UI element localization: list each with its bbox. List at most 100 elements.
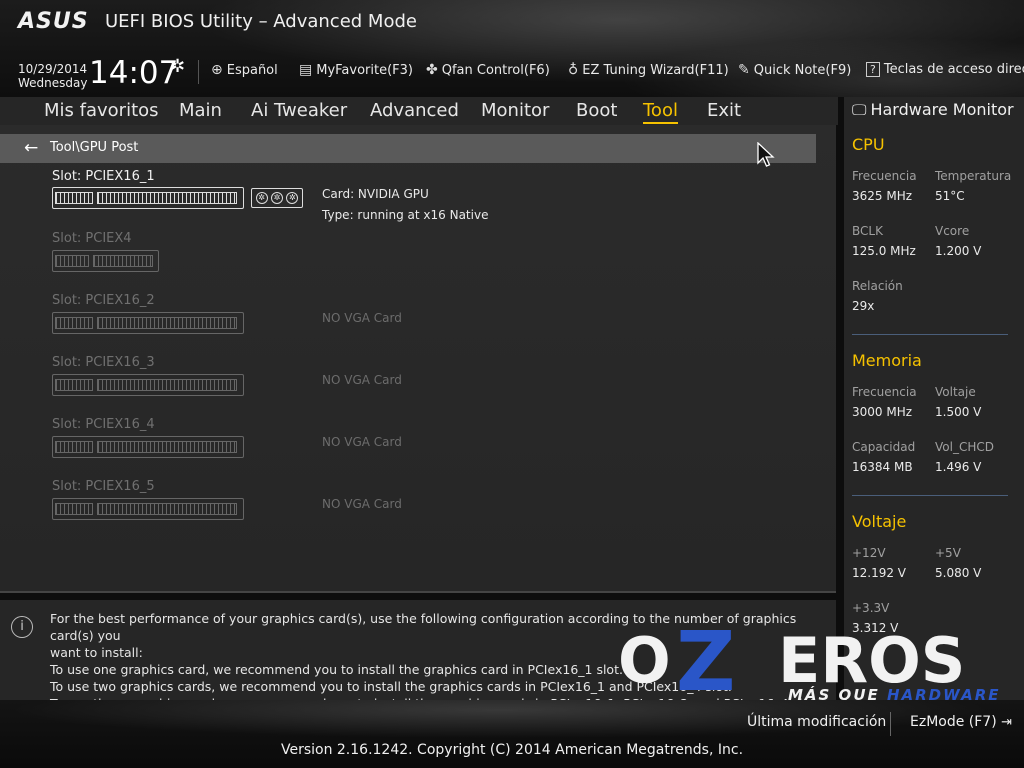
cpu-freq-label: Frecuencia <box>852 169 917 183</box>
card-type: Type: running at x16 Native <box>322 208 489 222</box>
exit-arrow-icon: ⇥ <box>1001 715 1013 730</box>
monitor-icon: 🖵 <box>852 100 867 119</box>
info-icon: i <box>11 616 33 638</box>
cpu-freq-value: 3625 MHz <box>852 189 913 203</box>
ratio-label: Relación <box>852 279 903 293</box>
vol-chcd-label: Vol_CHCD <box>935 440 994 454</box>
hotkeys-button[interactable]: ? Teclas de acceso directo <box>866 62 1024 77</box>
globe-icon: ⊕ <box>211 62 223 78</box>
slot-status-pciex16-3: NO VGA Card <box>322 373 402 387</box>
slot-pins <box>55 441 93 453</box>
v5-label: +5V <box>935 546 961 560</box>
fan-icon: ✤ <box>426 62 438 78</box>
v5-value: 5.080 V <box>935 566 982 580</box>
hotkeys-label: Teclas de acceso directo <box>883 62 1024 77</box>
watermark-letter: Z <box>676 622 735 704</box>
slot-pciex16-5[interactable] <box>52 498 244 520</box>
tab-mis-favoritos[interactable]: Mis favoritos <box>44 100 159 121</box>
slot-pciex16-2[interactable] <box>52 312 244 334</box>
tab-monitor[interactable]: Monitor <box>481 100 549 121</box>
slot-pins <box>97 441 237 453</box>
slot-pciex16-3[interactable] <box>52 374 244 396</box>
favorite-icon: ▤ <box>299 62 313 78</box>
slot-label-pciex16-4: Slot: PCIEX16_4 <box>52 417 155 432</box>
slot-label-pciex4: Slot: PCIEX4 <box>52 231 132 246</box>
slot-pins <box>55 192 93 204</box>
qfan-button[interactable]: ✤ Qfan Control(F6) <box>426 62 550 78</box>
myfavorite-label: MyFavorite(F3) <box>316 62 413 78</box>
mem-volt-value: 1.500 V <box>935 405 982 419</box>
vol-chcd-value: 1.496 V <box>935 460 982 474</box>
card-name: Card: NVIDIA GPU <box>322 187 429 201</box>
slot-group-pciex16-4: Slot: PCIEX16_4 <box>52 417 244 458</box>
slot-label-pciex16-2: Slot: PCIEX16_2 <box>52 293 155 308</box>
slot-pins <box>55 317 93 329</box>
help-icon: ? <box>866 62 880 77</box>
slot-label-pciex16-5: Slot: PCIEX16_5 <box>52 479 155 494</box>
slot-pciex16-1[interactable] <box>52 187 244 209</box>
ez-tuning-button[interactable]: ♁ EZ Tuning Wizard(F11) <box>568 62 729 78</box>
card-info: Card: NVIDIA GPU Type: running at x16 Na… <box>322 184 488 226</box>
cpu-temp-label: Temperatura <box>935 169 1012 183</box>
slot-label-pciex16-1: Slot: PCIEX16_1 <box>52 169 155 184</box>
toolbar-divider <box>198 60 199 84</box>
slot-pins <box>93 255 153 267</box>
mem-cap-label: Capacidad <box>852 440 916 454</box>
slot-group-pciex16-5: Slot: PCIEX16_5 <box>52 479 244 520</box>
qfan-label: Qfan Control(F6) <box>441 62 550 78</box>
ozeros-watermark: O Z EROS MÁS QUE HARDWARE <box>618 622 999 704</box>
fan-icon: ✲ <box>270 192 283 204</box>
cpu-heading: CPU <box>852 135 885 154</box>
myfavorite-button[interactable]: ▤ MyFavorite(F3) <box>299 62 413 78</box>
language-button[interactable]: ⊕ Español <box>211 62 278 78</box>
tab-boot[interactable]: Boot <box>576 100 617 121</box>
tab-advanced[interactable]: Advanced <box>370 100 459 121</box>
date-display: 10/29/2014 Wednesday <box>18 62 87 90</box>
slot-group-pciex16-2: Slot: PCIEX16_2 <box>52 293 244 334</box>
gear-icon[interactable]: ✲ <box>170 56 185 77</box>
slot-pins <box>55 379 93 391</box>
ratio-value: 29x <box>852 299 875 313</box>
slot-pciex16-4[interactable] <box>52 436 244 458</box>
slot-status-pciex16-5: NO VGA Card <box>322 497 402 511</box>
mem-volt-label: Voltaje <box>935 385 976 399</box>
ez-tuning-label: EZ Tuning Wizard(F11) <box>582 62 729 78</box>
app-title: UEFI BIOS Utility – Advanced Mode <box>105 11 417 32</box>
hardware-monitor-title: 🖵 Hardware Monitor <box>852 100 1014 119</box>
lightbulb-icon: ♁ <box>568 62 579 78</box>
slot-pins <box>55 503 93 515</box>
tab-exit[interactable]: Exit <box>707 100 741 121</box>
ezmode-button[interactable]: EzMode (F7) ⇥ <box>910 714 1012 730</box>
quick-note-label: Quick Note(F9) <box>753 62 852 78</box>
back-arrow-icon[interactable]: ← <box>24 138 38 158</box>
version-text: Version 2.16.1242. Copyright (C) 2014 Am… <box>280 742 744 758</box>
asus-logo: ASUS <box>18 9 89 34</box>
section-divider <box>852 334 1008 335</box>
quick-note-button[interactable]: ✎ Quick Note(F9) <box>738 62 851 78</box>
gpu-card-icon: ✲ ✲ ✲ <box>251 188 303 208</box>
v12-value: 12.192 V <box>852 566 907 580</box>
mem-freq-label: Frecuencia <box>852 385 917 399</box>
tab-tool[interactable]: Tool <box>643 100 678 124</box>
mouse-cursor-icon <box>757 142 775 167</box>
last-modified-button[interactable]: Última modificación <box>747 714 886 730</box>
slot-pins <box>97 379 237 391</box>
slot-status-pciex16-2: NO VGA Card <box>322 311 402 325</box>
vcore-label: Vcore <box>935 224 970 238</box>
vcore-value: 1.200 V <box>935 244 982 258</box>
slot-status-pciex16-4: NO VGA Card <box>322 435 402 449</box>
footer-divider <box>890 712 891 736</box>
tab-main[interactable]: Main <box>179 100 222 121</box>
date-text: 10/29/2014 <box>18 62 88 76</box>
v12-label: +12V <box>852 546 886 560</box>
fan-icon: ✲ <box>255 192 268 204</box>
clock[interactable]: 14:07 <box>89 55 178 91</box>
cpu-temp-value: 51°C <box>935 189 965 203</box>
slot-pins <box>97 503 237 515</box>
watermark-letter: O <box>618 624 671 697</box>
v33-label: +3.3V <box>852 601 890 615</box>
breadcrumb: Tool\GPU Post <box>50 140 139 155</box>
tab-ai-tweaker[interactable]: Ai Tweaker <box>251 100 347 121</box>
slot-group-pciex4: Slot: PCIEX4 <box>52 231 159 272</box>
slot-pciex4[interactable] <box>52 250 159 272</box>
